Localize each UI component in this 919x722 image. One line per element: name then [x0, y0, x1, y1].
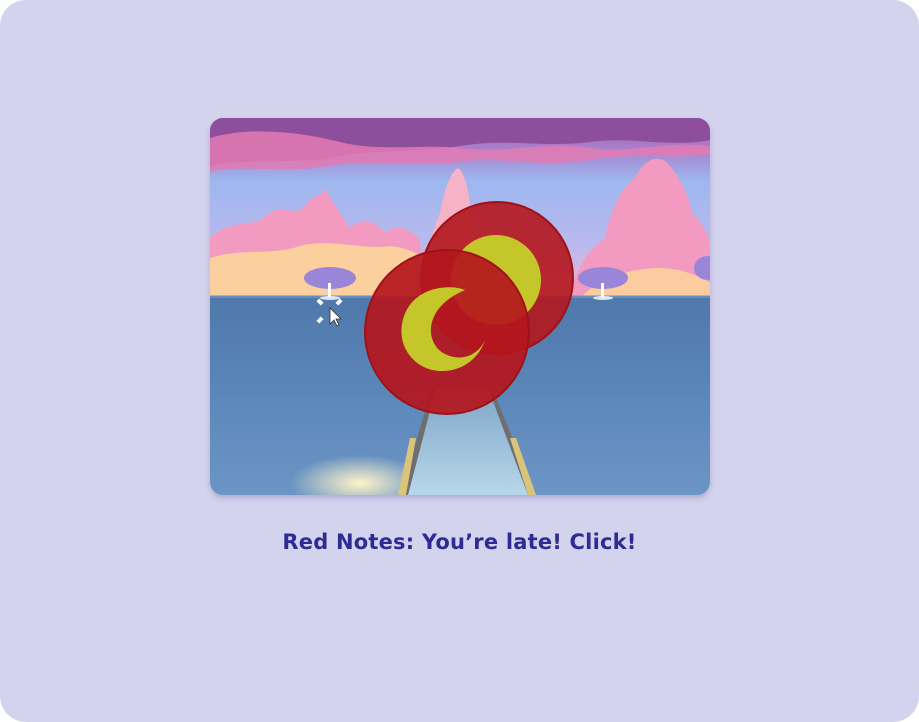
game-scene[interactable] [210, 118, 710, 495]
game-status-caption: Red Notes: You’re late! Click! [282, 530, 637, 554]
game-viewport[interactable] [210, 118, 710, 495]
red-note-front[interactable] [364, 249, 530, 415]
page-card: Red Notes: You’re late! Click! [0, 0, 919, 722]
